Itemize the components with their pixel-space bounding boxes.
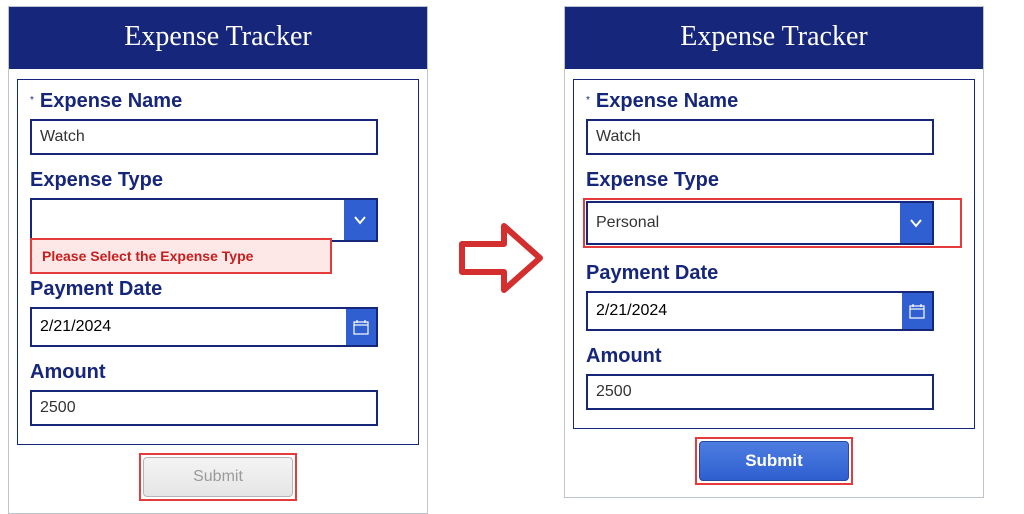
expense-type-error: Please Select the Expense Type <box>30 238 332 274</box>
expense-type-value <box>32 200 344 240</box>
arrow-right-icon <box>454 210 550 306</box>
expense-type-value: Personal <box>588 203 900 243</box>
payment-date-input[interactable]: 2/21/2024 <box>30 307 378 347</box>
payment-date-value: 2/21/2024 <box>588 293 902 329</box>
amount-input[interactable] <box>30 390 378 426</box>
expense-type-select[interactable]: Personal <box>586 201 934 245</box>
calendar-icon[interactable] <box>902 293 932 329</box>
submit-button[interactable]: Submit <box>699 441 849 481</box>
panel-title: Expense Tracker <box>565 7 983 69</box>
expense-form: * Expense Name Expense Type Please Selec… <box>17 79 419 445</box>
payment-date-label: Payment Date <box>586 262 718 285</box>
chevron-down-icon[interactable] <box>900 203 932 243</box>
expense-name-input[interactable] <box>586 119 934 155</box>
calendar-icon[interactable] <box>346 309 376 345</box>
highlight-box: Personal <box>583 198 962 248</box>
expense-type-label: Expense Type <box>586 169 719 192</box>
amount-input[interactable] <box>586 374 934 410</box>
chevron-down-icon[interactable] <box>344 200 376 240</box>
expense-type-select[interactable] <box>30 198 378 242</box>
expense-name-label: Expense Name <box>596 90 738 113</box>
amount-label: Amount <box>586 345 662 368</box>
payment-date-label: Payment Date <box>30 278 162 301</box>
submit-button: Submit <box>143 457 293 497</box>
payment-date-value: 2/21/2024 <box>32 309 346 345</box>
expense-form: * Expense Name Expense Type Personal Pay… <box>573 79 975 429</box>
expense-tracker-panel-after: Expense Tracker * Expense Name Expense T… <box>564 6 984 498</box>
required-star-icon: * <box>30 90 34 112</box>
payment-date-input[interactable]: 2/21/2024 <box>586 291 934 331</box>
expense-tracker-panel-before: Expense Tracker * Expense Name Expense T… <box>8 6 428 514</box>
highlight-box: Submit <box>695 437 853 485</box>
required-star-icon: * <box>586 90 590 112</box>
expense-type-label: Expense Type <box>30 169 163 192</box>
expense-name-label: Expense Name <box>40 90 182 113</box>
highlight-box: Submit <box>139 453 297 501</box>
expense-name-input[interactable] <box>30 119 378 155</box>
panel-title: Expense Tracker <box>9 7 427 69</box>
amount-label: Amount <box>30 361 106 384</box>
